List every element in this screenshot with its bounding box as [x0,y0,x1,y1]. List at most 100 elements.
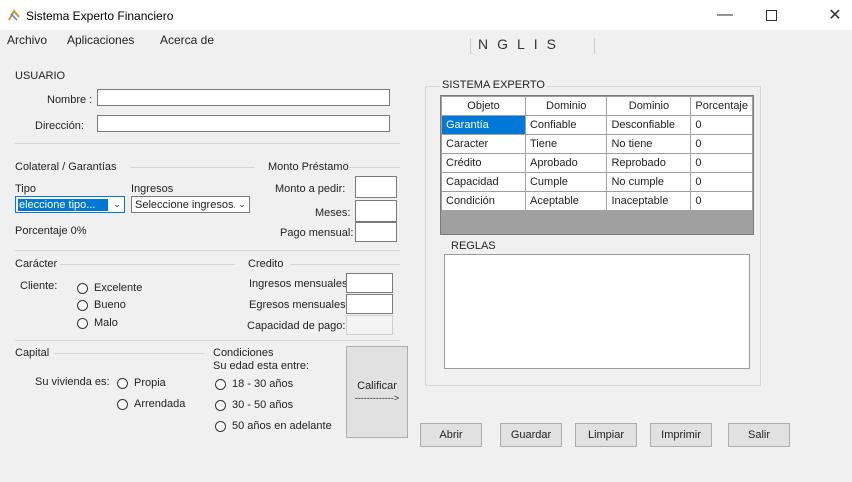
radio-circle-icon [117,398,128,410]
ingresos-label: Ingresos [131,183,174,195]
credito-section-title: Credito [248,258,284,270]
maximize-icon [765,9,777,21]
meses-label: Meses: [315,207,351,219]
usuario-section-title: USUARIO [15,70,66,82]
ingresos-select-value: Seleccione ingresos... [135,198,235,211]
radio-bueno[interactable]: Bueno [77,299,126,311]
brand-logo: NGLIS [478,36,566,52]
radio-circle-icon [77,299,88,311]
table-row[interactable]: Capacidad Cumple No cumple 0 [441,172,753,192]
close-button[interactable]: ✕ [818,0,852,30]
col-porcentaje[interactable]: Porcentaje [690,96,753,116]
edad-subtitle: Su edad esta entre: [213,360,310,372]
chevron-down-icon: ⌄ [113,199,121,209]
minimize-button[interactable]: — [702,0,748,30]
monto-section-title: Monto Préstamo [268,161,349,173]
grid-header-row: Objeto Dominio Dominio Porcentaje [441,96,753,116]
table-cell[interactable]: No tiene [606,134,692,154]
menu-archivo[interactable]: Archivo [7,33,47,47]
radio-edad-18-30[interactable]: 18 - 30 años [215,378,293,390]
egresos-mensuales-label: Egresos mensuales: [249,299,349,311]
egresos-mensuales-input[interactable] [346,294,393,314]
divider-caracter [15,340,400,341]
table-row[interactable]: Caracter Tiene No tiene 0 [441,134,753,154]
pago-label: Pago mensual: [280,227,354,239]
porcentaje-text: Porcentaje 0% [15,225,87,237]
table-cell[interactable]: Tiene [524,134,608,154]
limpiar-button[interactable]: Limpiar [575,423,637,447]
table-cell[interactable]: 0 [690,153,753,173]
monto-input[interactable] [355,176,397,198]
nombre-label: Nombre : [47,94,93,106]
sistema-experto-title: SISTEMA EXPERTO [440,79,547,91]
radio-propia[interactable]: Propia [117,377,166,389]
table-cell[interactable]: Crédito [441,153,526,173]
caracter-group-line [60,264,235,265]
table-cell[interactable]: 0 [690,172,753,192]
salir-button[interactable]: Salir [728,423,790,447]
radio-circle-icon [215,399,226,411]
radio-circle-icon [215,420,226,432]
brand-divider-right [594,38,595,54]
radio-excelente[interactable]: Excelente [77,282,142,294]
direccion-label: Dirección: [35,120,84,132]
divider-usuario [15,143,400,144]
col-objeto[interactable]: Objeto [441,96,526,116]
radio-circle-icon [77,282,88,294]
capacidad-pago-input [346,315,393,335]
radio-edad-50-mas[interactable]: 50 años en adelante [215,420,332,432]
expert-system-grid[interactable]: Objeto Dominio Dominio Porcentaje Garant… [440,95,754,235]
credito-group-line [290,264,400,265]
table-cell[interactable]: Inaceptable [606,191,692,211]
radio-malo[interactable]: Malo [77,317,118,329]
app-icon [8,9,20,21]
maximize-button[interactable] [748,0,794,30]
imprimir-button[interactable]: Imprimir [650,423,712,447]
direccion-input[interactable] [97,115,390,132]
chevron-down-icon: ⌄ [238,199,246,209]
meses-input[interactable] [355,200,397,222]
table-cell[interactable]: Garantía [441,115,526,135]
reglas-title: REGLAS [451,240,496,252]
menu-aplicaciones[interactable]: Aplicaciones [67,33,134,47]
table-cell[interactable]: Confiable [524,115,608,135]
abrir-button[interactable]: Abrir [420,423,482,447]
monto-group-line [348,167,400,168]
tipo-label: Tipo [15,183,36,195]
table-cell[interactable]: No cumple [606,172,692,192]
radio-arrendada[interactable]: Arrendada [117,398,185,410]
table-cell[interactable]: 0 [690,115,753,135]
capital-group-line [54,353,204,354]
calificar-button[interactable]: Calificar -------------> [346,346,408,438]
table-cell[interactable]: 0 [690,191,753,211]
ingresos-mensuales-input[interactable] [346,273,393,293]
col-dominio-1[interactable]: Dominio [524,96,608,116]
table-cell[interactable]: Capacidad [441,172,526,192]
table-cell[interactable]: Cumple [524,172,608,192]
table-cell[interactable]: Aprobado [524,153,608,173]
guardar-button[interactable]: Guardar [500,423,562,447]
table-cell[interactable]: Reprobado [606,153,692,173]
capacidad-pago-label: Capacidad de pago: [247,320,346,332]
table-row[interactable]: Crédito Aprobado Reprobado 0 [441,153,753,173]
pago-input[interactable] [355,222,397,242]
radio-circle-icon [215,378,226,390]
table-row[interactable]: Condición Aceptable Inaceptable 0 [441,191,753,211]
colateral-section-title: Colateral / Garantías [15,161,117,173]
nombre-input[interactable] [97,89,390,106]
ingresos-mensuales-label: Ingresos mensuales: [249,278,351,290]
table-cell[interactable]: Condición [441,191,526,211]
condiciones-section-title: Condiciones [213,347,274,359]
col-dominio-2[interactable]: Dominio [606,96,692,116]
cliente-label: Cliente: [20,280,58,292]
table-cell[interactable]: 0 [690,134,753,154]
reglas-listbox[interactable] [444,254,750,369]
table-cell[interactable]: Desconfiable [606,115,692,135]
table-cell[interactable]: Caracter [441,134,526,154]
table-row[interactable]: Garantía Confiable Desconfiable 0 [441,115,753,135]
menu-acerca-de[interactable]: Acerca de [160,33,214,47]
table-cell[interactable]: Aceptable [524,191,608,211]
tipo-select[interactable]: eleccione tipo... ⌄ [15,196,125,213]
radio-edad-30-50[interactable]: 30 - 50 años [215,399,293,411]
ingresos-select[interactable]: Seleccione ingresos... ⌄ [131,196,250,213]
